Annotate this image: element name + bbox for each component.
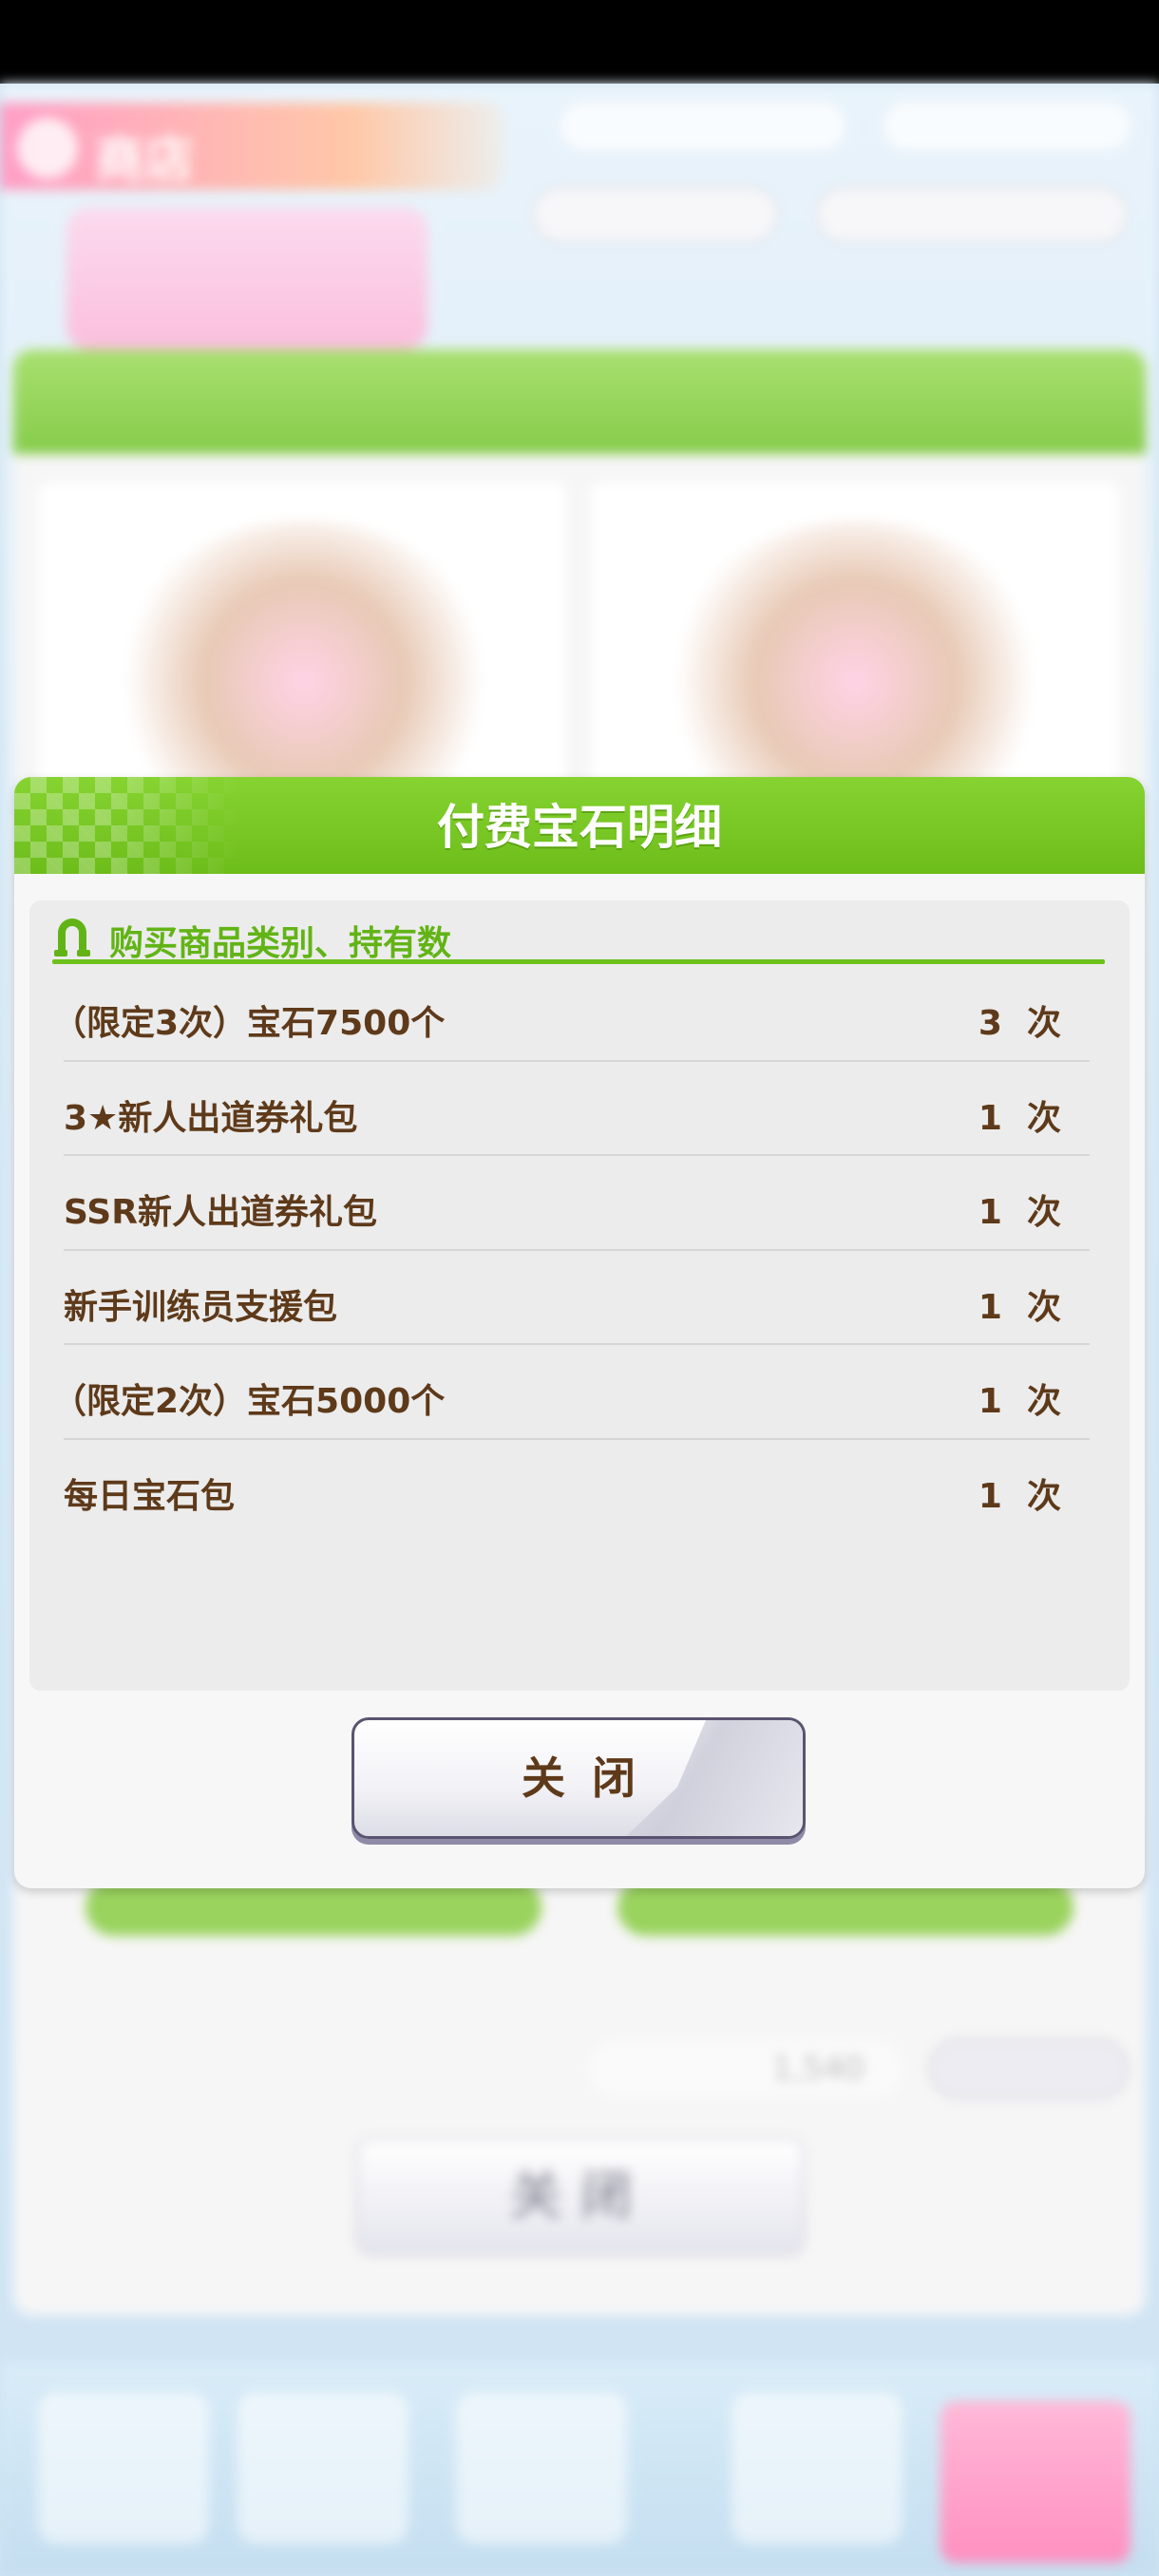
item-name: 3★新人出道券礼包 xyxy=(64,1098,358,1138)
status-bar xyxy=(0,0,1159,84)
list-item: 3★新人出道券礼包 1次 xyxy=(64,1062,1090,1156)
bg-top-chip xyxy=(815,186,1129,243)
list-item: SSR新人出道券礼包 1次 xyxy=(64,1156,1090,1251)
dialog-title: 付费宝石明细 xyxy=(437,800,722,855)
bg-total-amount: 1,540 xyxy=(589,2040,902,2097)
list-item: 新手训练员支援包 1次 xyxy=(64,1251,1090,1345)
bg-card-head xyxy=(13,350,1146,454)
section-title: 购买商品类别、持有数 xyxy=(109,924,452,963)
bg-currency-chip xyxy=(560,103,846,150)
bg-header-title: 商店 xyxy=(95,132,195,189)
bg-nav-item xyxy=(238,2392,408,2544)
item-count: 1次 xyxy=(978,1476,1061,1516)
bg-buy-chip xyxy=(929,2038,1129,2099)
list-item: 每日宝石包 1次 xyxy=(64,1440,1090,1535)
bg-nav-item-shop xyxy=(940,2401,1130,2563)
item-name: 每日宝石包 xyxy=(64,1476,236,1516)
item-name: （限定2次）宝石5000个 xyxy=(52,1382,446,1421)
horseshoe-icon xyxy=(54,919,90,957)
item-count: 1次 xyxy=(978,1098,1061,1138)
bg-nav-item xyxy=(38,2392,209,2544)
item-count: 1次 xyxy=(978,1193,1061,1232)
list-item: （限定3次）宝石7500个 3次 xyxy=(52,967,1090,1062)
item-name: （限定3次）宝石7500个 xyxy=(52,1004,446,1043)
close-button-label: 关闭 xyxy=(522,1752,662,1804)
bg-back-icon xyxy=(17,118,78,179)
paid-gem-details-dialog: 付费宝石明细 购买商品类别、持有数 （限定3次）宝石7500个 3次 3★新人出… xyxy=(14,777,1145,1888)
bg-close-button: 关闭 xyxy=(356,2137,805,2255)
item-count: 3次 xyxy=(978,1004,1061,1043)
bg-currency-chip xyxy=(884,103,1130,150)
list-item: （限定2次）宝石5000个 1次 xyxy=(52,1345,1090,1440)
bg-top-chip xyxy=(532,186,779,243)
item-name: SSR新人出道券礼包 xyxy=(64,1193,377,1232)
dialog-header: 付费宝石明细 xyxy=(14,777,1145,874)
close-button[interactable]: 关闭 xyxy=(352,1717,806,1839)
bg-banner xyxy=(66,207,428,350)
bg-nav-item xyxy=(732,2392,902,2544)
section-divider xyxy=(52,959,1105,964)
bg-nav-item xyxy=(456,2392,627,2544)
item-count: 1次 xyxy=(978,1287,1061,1327)
purchase-list: （限定3次）宝石7500个 3次 3★新人出道券礼包 1次 SSR新人出道券礼包… xyxy=(52,967,1090,1535)
item-name: 新手训练员支援包 xyxy=(64,1287,338,1327)
item-count: 1次 xyxy=(978,1382,1061,1421)
